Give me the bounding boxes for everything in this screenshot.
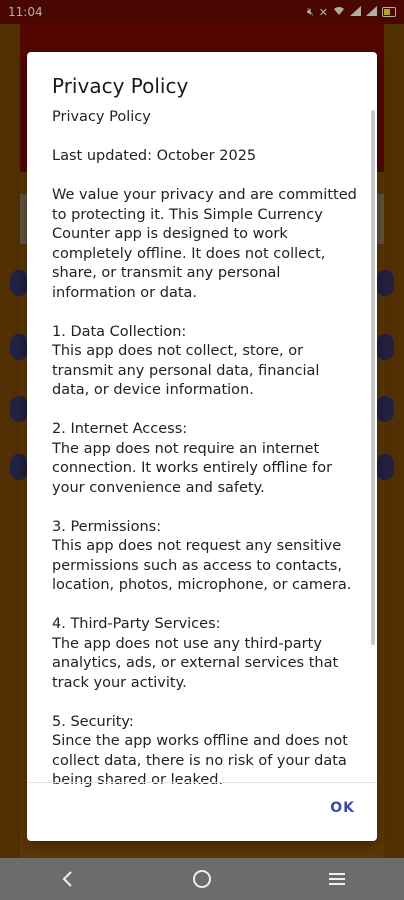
policy-paragraph: 5. Security: Since the app works offline… (52, 713, 348, 789)
policy-paragraph: We value your privacy and are committed … (52, 187, 357, 301)
recents-icon[interactable] (307, 858, 367, 900)
home-icon[interactable] (172, 858, 232, 900)
dialog-scroll-content[interactable]: Privacy Policy Last updated: October 202… (52, 108, 357, 788)
scrollbar[interactable] (371, 110, 375, 645)
policy-paragraph: Last updated: October 2025 (52, 148, 257, 164)
dialog-title: Privacy Policy (52, 74, 189, 98)
policy-paragraph: 4. Third-Party Services: The app does no… (52, 616, 339, 691)
policy-paragraph: 1. Data Collection: This app does not co… (52, 323, 320, 399)
policy-paragraph: 3. Permissions: This app does not reques… (52, 518, 352, 594)
privacy-policy-dialog: Privacy Policy Privacy Policy Last updat… (27, 52, 377, 841)
dialog-divider (27, 782, 377, 783)
back-icon[interactable] (37, 858, 97, 900)
ok-button[interactable]: OK (330, 800, 355, 816)
policy-paragraph: Privacy Policy (52, 109, 151, 125)
navigation-bar (0, 858, 404, 900)
policy-paragraph: 2. Internet Access: The app does not req… (52, 421, 333, 496)
